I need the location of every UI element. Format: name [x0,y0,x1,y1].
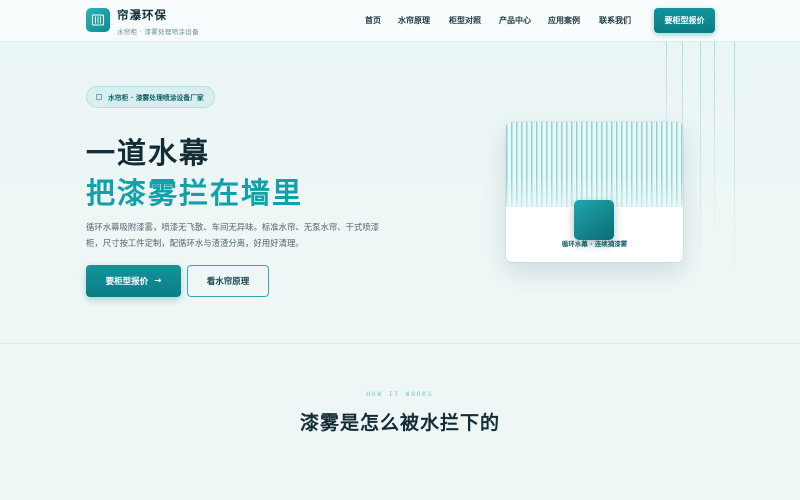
nav-item-products[interactable]: 产品中心 [499,15,531,26]
quote-button[interactable]: 要柜型报价 → [86,265,181,297]
how-it-works-title: 漆雾是怎么被水拦下的 [299,412,500,434]
how-it-works-eyebrow: HOW IT WORKS [366,391,434,398]
quote-button-label: 要柜型报价 [105,277,149,287]
illustration-caption: 循环水幕 · 连续捕漆雾 [561,240,628,248]
arrow-right-icon: → [154,276,162,286]
hero-description: 循环水幕吸附漆雾，喷漆无飞散、车间无异味。标准水帘、无泵水帘、干式喷漆柜，尺寸按… [86,222,380,248]
curtain-logo-icon [91,14,105,26]
hero-headline-line1: 一道水幕 [86,136,211,170]
nav-item-contact[interactable]: 联系我们 [599,15,631,26]
page: 帘瀑环保 水帘柜 · 漆雾处理喷涂设备 首页 水帘原理 柜型对照 产品中心 应用… [0,0,800,500]
hero-headline-line2: 把漆雾拦在墙里 [86,176,304,210]
brand-tagline: 水帘柜 · 漆雾处理喷涂设备 [117,28,199,36]
hero-badge-text: 水帘柜 · 漆雾处理喷涂设备厂家 [108,94,204,102]
nav-item-comparison[interactable]: 柜型对照 [449,15,481,26]
water-curtain-graphic [506,122,683,207]
view-principle-button[interactable]: 看水帘原理 [187,265,269,297]
badge-square-icon [96,94,102,100]
brand-name[interactable]: 帘瀑环保 [117,7,167,23]
water-curtain-illustration: 循环水幕 · 连续捕漆雾 [506,122,683,262]
logo-icon[interactable] [86,8,110,32]
site-header: 帘瀑环保 水帘柜 · 漆雾处理喷涂设备 首页 水帘原理 柜型对照 产品中心 应用… [0,0,800,42]
nav-item-principle[interactable]: 水帘原理 [398,15,430,26]
hero-section: 水帘柜 · 漆雾处理喷涂设备厂家 一道水幕 把漆雾拦在墙里 循环水幕吸附漆雾，喷… [0,42,800,344]
hero-badge: 水帘柜 · 漆雾处理喷涂设备厂家 [86,86,215,108]
spray-booth-cabinet-icon [574,200,614,240]
header-quote-button[interactable]: 要柜型报价 [654,8,715,33]
nav-item-cases[interactable]: 应用案例 [548,15,580,26]
nav-item-home[interactable]: 首页 [365,15,381,26]
